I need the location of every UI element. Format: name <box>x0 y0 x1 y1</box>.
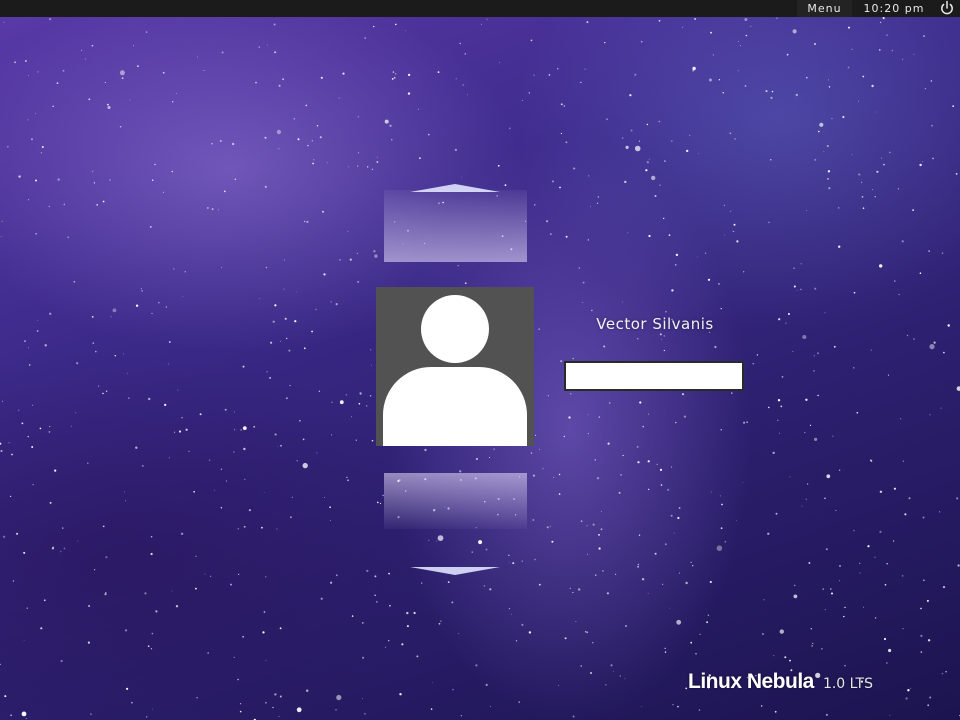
distro-name: Linux Nebula <box>688 670 814 693</box>
user-avatar[interactable] <box>376 287 534 446</box>
top-panel: Menu 10:20 pm <box>0 0 960 17</box>
user-silhouette-icon <box>421 295 489 363</box>
chevron-down-icon[interactable] <box>410 561 500 580</box>
power-icon[interactable] <box>938 0 956 17</box>
distro-branding: Linux Nebula 1.0 LTS <box>688 670 873 694</box>
password-input[interactable] <box>564 361 744 391</box>
previous-user-slot[interactable] <box>384 190 527 262</box>
next-user-slot[interactable] <box>384 473 527 529</box>
menu-button[interactable]: Menu <box>797 0 852 17</box>
user-name-label: Vector Silvanis <box>596 315 714 333</box>
user-silhouette-body <box>383 367 527 446</box>
clock: 10:20 pm <box>863 2 925 15</box>
distro-version: 1.0 LTS <box>822 676 873 692</box>
